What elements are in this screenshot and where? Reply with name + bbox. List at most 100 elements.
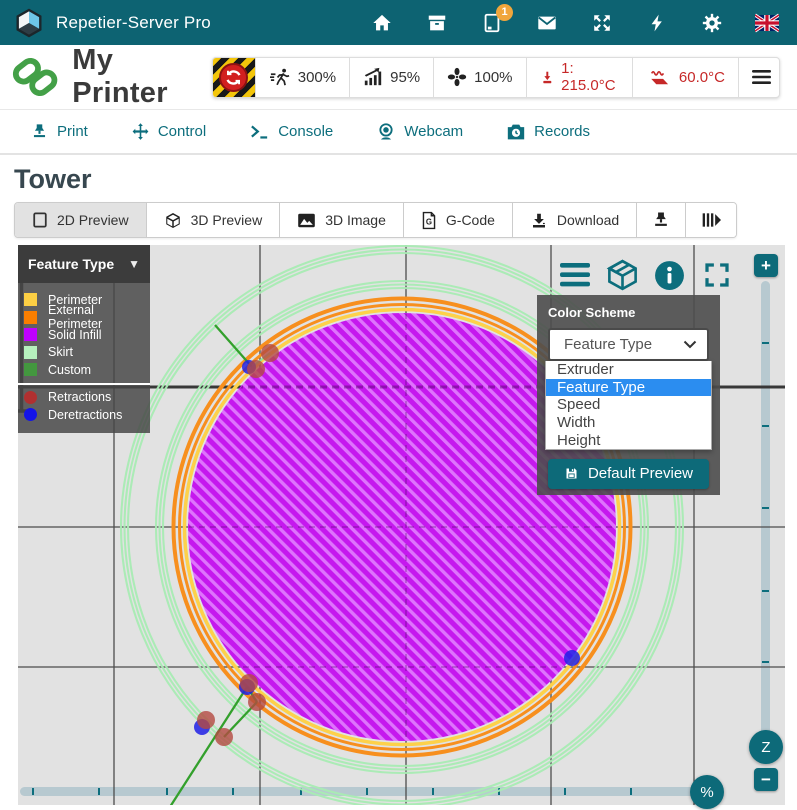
legend-header[interactable]: Feature Type ▼ [18, 245, 150, 283]
tab-webcam-label: Webcam [404, 123, 463, 140]
view-gcode-button[interactable]: G G-Code [403, 203, 512, 237]
expand-arrows-icon[interactable] [590, 11, 614, 35]
tab-records[interactable]: Records [506, 123, 590, 141]
tab-records-label: Records [534, 123, 590, 140]
image-icon [297, 212, 316, 229]
extruder-temp-status[interactable]: 1: 215.0°C [526, 58, 632, 97]
fan-status[interactable]: 100% [433, 58, 525, 97]
color-swatch [24, 311, 37, 324]
notification-badge: 1 [496, 4, 513, 21]
zoom-in-button[interactable]: + [754, 254, 778, 277]
power-bolt-icon[interactable] [645, 11, 669, 35]
gcode-file-icon: G [421, 211, 437, 230]
view-gcode-label: G-Code [446, 212, 495, 228]
view-3d-image-button[interactable]: 3D Image [279, 203, 403, 237]
webcam-icon [376, 122, 396, 142]
color-swatch [24, 293, 37, 306]
progress-percent-slider-handle[interactable]: % [690, 775, 724, 809]
legend-item-label: Retractions [48, 390, 111, 404]
app-title: Repetier-Server Pro [56, 13, 211, 33]
square-2d-icon [32, 211, 48, 229]
legend-item-retractions[interactable]: Retractions [18, 389, 150, 407]
storage-box-icon[interactable] [425, 11, 449, 35]
cube-3d-icon [605, 257, 640, 293]
printer-notifications-icon[interactable]: 1 [480, 11, 504, 35]
view-3d-preview-label: 3D Preview [191, 212, 263, 228]
extruder-temp-value: 1: 215.0°C [561, 60, 619, 94]
settings-gear-icon[interactable] [700, 11, 724, 35]
bed-temp-status[interactable]: 60.0°C [632, 58, 738, 97]
view-3d-preview-button[interactable]: 3D Preview [146, 203, 280, 237]
preview-info-button[interactable] [652, 257, 687, 293]
flow-bars-icon [363, 67, 383, 87]
reprint-button[interactable] [636, 203, 685, 237]
legend-item-skirt[interactable]: Skirt [18, 344, 150, 362]
emergency-stop-button[interactable] [213, 58, 255, 97]
color-scheme-label: Color Scheme [548, 305, 709, 320]
console-prompt-icon [249, 123, 270, 140]
tab-print-label: Print [57, 123, 88, 140]
color-scheme-panel: Color Scheme Feature Type Extruder Featu… [537, 295, 720, 495]
legend-item-deretractions[interactable]: Deretractions [18, 406, 150, 424]
cube-icon [164, 211, 182, 230]
job-title: Tower [14, 164, 797, 195]
option-width[interactable]: Width [546, 414, 711, 432]
fan-value: 100% [474, 69, 512, 86]
legend-item-external-perimeter[interactable]: External Perimeter [18, 309, 150, 327]
tab-console[interactable]: Console [249, 123, 333, 140]
view-2d-preview-button[interactable]: 2D Preview [15, 203, 146, 237]
info-icon [653, 259, 686, 292]
print-nozzle-icon [30, 122, 49, 141]
tab-webcam[interactable]: Webcam [376, 122, 463, 142]
flow-multiplier-status[interactable]: 95% [349, 58, 433, 97]
preview-menu-button[interactable] [558, 257, 593, 293]
zoom-out-button[interactable]: − [754, 768, 778, 791]
messages-mail-icon[interactable] [535, 11, 559, 35]
print-job-icon [651, 210, 671, 230]
legend-item-label: Custom [48, 363, 91, 377]
option-feature-type[interactable]: Feature Type [546, 379, 711, 397]
printer-tabs: Print Control Console Webcam Records [0, 110, 797, 155]
option-height[interactable]: Height [546, 431, 711, 449]
preview-3d-mode-button[interactable] [605, 257, 640, 293]
chevron-down-icon: ▼ [128, 257, 140, 271]
color-swatch [24, 363, 37, 376]
tab-print[interactable]: Print [30, 122, 88, 141]
color-swatch [24, 346, 37, 359]
home-icon[interactable] [370, 11, 394, 35]
color-scheme-selected-value: Feature Type [564, 336, 652, 353]
svg-text:G: G [426, 217, 432, 226]
option-extruder[interactable]: Extruder [546, 361, 711, 379]
default-preview-label: Default Preview [588, 465, 693, 482]
legend-body: Perimeter External Perimeter Solid Infil… [18, 283, 150, 433]
option-speed[interactable]: Speed [546, 396, 711, 414]
legend-item-label: Deretractions [48, 408, 122, 422]
legend-panel: Feature Type ▼ Perimeter External Perime… [18, 245, 150, 433]
view-3d-image-label: 3D Image [325, 212, 386, 228]
view-2d-preview-label: 2D Preview [57, 212, 129, 228]
preview-toolbar [558, 257, 734, 293]
download-icon [530, 211, 548, 230]
flow-value: 95% [390, 69, 420, 86]
tab-control[interactable]: Control [131, 122, 206, 141]
menu-bars-icon [560, 262, 592, 288]
legend-divider [18, 383, 150, 385]
speed-multiplier-status[interactable]: 300% [255, 58, 349, 97]
z-layer-slider-handle[interactable]: Z [749, 730, 783, 764]
app-brand[interactable]: Repetier-Server Pro [14, 8, 211, 38]
reset-arrows-icon [224, 68, 243, 87]
legend-item-custom[interactable]: Custom [18, 361, 150, 379]
extruder-icon [540, 68, 555, 87]
default-preview-button[interactable]: Default Preview [548, 459, 709, 489]
language-flag-icon[interactable] [755, 11, 779, 35]
hamburger-menu-icon [752, 69, 771, 85]
chevron-down-icon [683, 340, 697, 349]
preview-fullscreen-button[interactable] [699, 257, 734, 293]
download-button[interactable]: Download [512, 203, 636, 237]
color-swatch [24, 328, 37, 341]
printer-menu-button[interactable] [738, 58, 780, 97]
color-scheme-select[interactable]: Feature Type [548, 328, 709, 361]
fan-icon [447, 67, 467, 87]
continue-layers-button[interactable] [685, 203, 736, 237]
legend-item-label: Solid Infill [48, 328, 102, 342]
